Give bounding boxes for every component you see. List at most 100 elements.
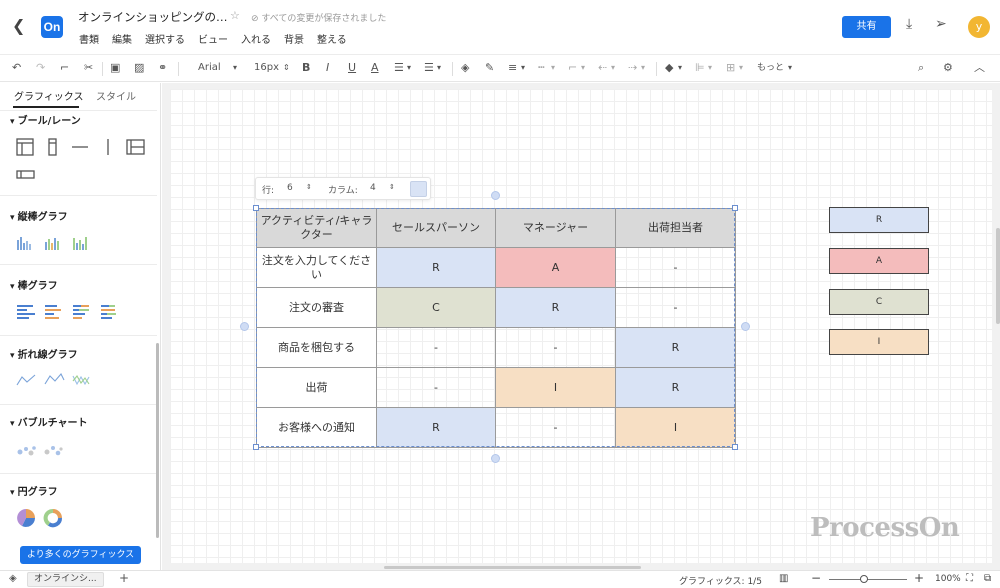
activity-cell[interactable]: 出荷 [256,367,377,408]
document-title[interactable]: オンラインショッピングの… [78,9,228,25]
menu-edit[interactable]: 編集 [112,31,132,46]
line-style-icon[interactable]: ┅ [538,61,545,75]
text-box-icon[interactable]: ▣ [110,61,120,75]
legend-box-i[interactable]: I [829,329,929,355]
vertical-scrollbar[interactable] [996,228,1000,324]
legend-box-r[interactable]: R [829,207,929,233]
collapse-panel-icon[interactable]: ⧉ [984,573,991,584]
legend-box-a[interactable]: A [829,248,929,274]
chevron-down-icon[interactable]: ▾ [407,61,411,75]
chevron-down-icon[interactable]: ▾ [437,61,441,75]
align-left-icon[interactable]: ☰ [394,61,404,75]
font-color-icon[interactable]: A [371,61,379,75]
font-family-select[interactable]: Arial [198,61,221,75]
italic-icon[interactable]: I [326,61,329,75]
raci-cell[interactable]: R [495,287,616,328]
chevron-down-icon[interactable]: ▾ [708,61,712,75]
header-cell[interactable]: セールスパーソン [376,208,496,248]
raci-cell[interactable]: - [615,247,736,288]
activity-cell[interactable]: 注文の審査 [256,287,377,328]
tab-graphics[interactable]: グラフィックス [14,88,84,103]
header-cell[interactable]: マネージャー [495,208,616,248]
menu-file[interactable]: 書類 [79,31,99,46]
more-menu[interactable]: もっと [757,61,784,75]
image-icon[interactable]: ▨ [134,61,144,75]
fill-color-icon[interactable]: ◈ [461,61,469,75]
zoom-level[interactable]: 100% [935,574,961,584]
collapse-icon[interactable]: ︿ [974,61,985,75]
chevron-down-icon[interactable]: ▾ [788,61,792,75]
font-size-select[interactable]: 16px [254,61,279,75]
header-cell[interactable]: 出荷担当者 [615,208,736,248]
star-icon[interactable]: ☆ [230,9,240,22]
zoom-out-icon[interactable]: − [811,571,821,585]
chevron-down-icon[interactable]: ▾ [739,61,743,75]
layers-icon[interactable]: ◆ [665,61,673,75]
raci-cell[interactable]: - [376,327,496,368]
back-arrow-icon[interactable]: ❮ [12,16,30,36]
resize-handle[interactable] [732,205,738,211]
raci-cell[interactable]: A [495,247,616,288]
chevron-down-icon[interactable]: ▾ [678,61,682,75]
zoom-slider-knob[interactable] [860,575,868,583]
settings-icon[interactable]: ⚙ [943,61,953,75]
raci-cell[interactable]: I [615,407,736,448]
menu-select[interactable]: 選択する [145,31,185,46]
section-pie-chart[interactable]: 円グラフ [10,483,58,498]
menu-view[interactable]: ビュー [198,31,228,46]
align-icon[interactable]: ⊫ [695,61,705,75]
cols-stepper-icon[interactable]: ⇕ [389,183,395,191]
vertical-align-icon[interactable]: ☰ [424,61,434,75]
raci-cell[interactable]: R [376,407,496,448]
arrow-start-icon[interactable]: ⇠ [598,61,607,75]
raci-cell[interactable]: - [615,287,736,328]
plus-icon[interactable]: + [119,571,129,585]
connection-point[interactable] [491,454,500,463]
cols-input[interactable]: 4 [370,183,376,193]
undo-icon[interactable]: ↶ [12,61,21,75]
rows-input[interactable]: 6 [287,183,293,193]
resize-handle[interactable] [253,444,259,450]
page-tab[interactable]: オンラインシ... [27,572,104,587]
menu-arrange[interactable]: 整える [317,31,347,46]
zoom-in-icon[interactable]: + [914,571,924,585]
legend-box-c[interactable]: C [829,289,929,315]
redo-icon[interactable]: ↷ [36,61,45,75]
raci-cell[interactable]: I [495,367,616,408]
fullscreen-icon[interactable]: ⛶ [966,573,973,584]
raci-cell[interactable]: C [376,287,496,328]
resize-handle[interactable] [253,205,259,211]
chevron-down-icon[interactable]: ▾ [233,61,237,75]
horizontal-scrollbar[interactable] [384,566,641,569]
raci-cell[interactable]: - [495,327,616,368]
chevron-down-icon[interactable]: ▾ [611,61,615,75]
section-bar-chart[interactable]: 棒グラフ [10,277,58,292]
zoom-slider-track[interactable] [829,579,907,580]
chevron-down-icon[interactable]: ▾ [521,61,525,75]
search-icon[interactable]: ⌕ [918,61,924,75]
underline-icon[interactable]: U [348,61,356,75]
more-graphics-button[interactable]: より多くのグラフィックス [20,546,141,564]
layers-icon[interactable]: ◈ [9,573,17,584]
clear-format-icon[interactable]: ✂ [84,61,93,75]
book-icon[interactable]: ▥ [779,573,788,584]
header-cell[interactable]: アクティビティ/キャラクター [256,208,377,248]
section-line-chart[interactable]: 折れ線グラフ [10,346,78,361]
tab-style[interactable]: スタイル [96,88,136,103]
group-icon[interactable]: ⊞ [726,61,735,75]
raci-cell[interactable]: R [615,327,736,368]
activity-cell[interactable]: お客様への通知 [256,407,377,448]
line-color-icon[interactable]: ✎ [485,61,494,75]
raci-cell[interactable]: - [495,407,616,448]
arrow-end-icon[interactable]: ⇢ [628,61,637,75]
rows-stepper-icon[interactable]: ⇕ [306,183,312,191]
send-icon[interactable]: ➢ [935,16,947,32]
app-logo[interactable]: On [41,16,63,38]
stepper-icon[interactable]: ⇕ [283,61,290,75]
raci-cell[interactable]: R [615,367,736,408]
share-button[interactable]: 共有 [842,16,891,38]
resize-handle[interactable] [732,444,738,450]
raci-table[interactable]: アクティビティ/キャラクター セールスパーソン マネージャー 出荷担当者 注文を… [256,208,736,448]
bold-icon[interactable]: B [302,61,310,75]
sidebar-scrollbar[interactable] [156,343,159,538]
